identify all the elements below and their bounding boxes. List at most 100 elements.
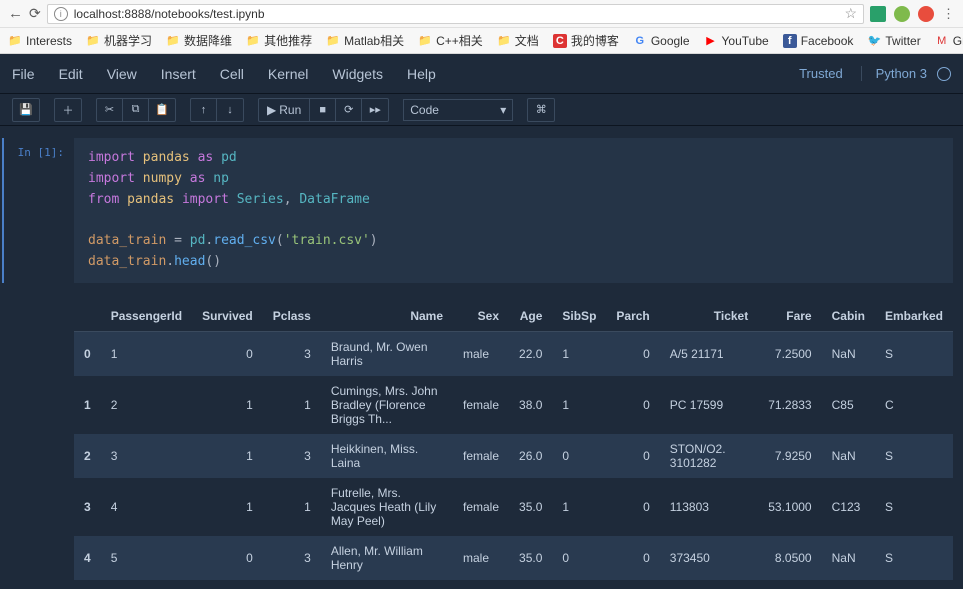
bookmark-item[interactable]: fFacebook bbox=[783, 34, 854, 48]
table-row: 4503Allen, Mr. William Henrymale35.00037… bbox=[74, 536, 953, 580]
bookmark-star-icon[interactable]: ☆ bbox=[844, 5, 857, 22]
trusted-indicator[interactable]: Trusted bbox=[799, 66, 843, 81]
table-cell: NaN bbox=[822, 536, 875, 580]
restart-run-all-button[interactable]: ▸▸ bbox=[362, 99, 388, 121]
reload-button[interactable]: ⟳ bbox=[29, 5, 41, 22]
table-cell: 3 bbox=[101, 434, 192, 478]
bookmark-item[interactable]: 📁文档 bbox=[497, 32, 539, 49]
notebook-toolbar: 💾 ＋ ✂ ⧉ 📋 ↑ ↓ ▶ Run ■ ⟳ ▸▸ Code ▾ ⌘ bbox=[0, 94, 963, 126]
table-cell: 1 bbox=[101, 331, 192, 376]
table-cell: 113803 bbox=[660, 478, 758, 536]
bookmark-item[interactable]: 📁Matlab相关 bbox=[326, 32, 404, 49]
menu-help[interactable]: Help bbox=[407, 66, 436, 82]
bookmark-label: C++相关 bbox=[436, 32, 483, 49]
bookmark-item[interactable]: C我的博客 bbox=[553, 32, 619, 49]
notebook-app: File Edit View Insert Cell Kernel Widget… bbox=[0, 54, 963, 589]
column-header: Name bbox=[321, 301, 453, 332]
paste-button[interactable]: 📋 bbox=[149, 99, 175, 121]
table-cell: NaN bbox=[822, 331, 875, 376]
dataframe-table: PassengerIdSurvivedPclassNameSexAgeSibSp… bbox=[74, 301, 953, 580]
table-cell: Allen, Mr. William Henry bbox=[321, 536, 453, 580]
bookmark-label: Matlab相关 bbox=[344, 32, 404, 49]
kernel-status-icon bbox=[937, 67, 951, 81]
kernel-indicator[interactable]: Python 3 bbox=[861, 66, 951, 81]
kernel-name: Python 3 bbox=[876, 66, 927, 81]
column-header: Age bbox=[509, 301, 552, 332]
bookmark-label: Interests bbox=[26, 34, 72, 48]
code-input-area[interactable]: import pandas as pd import numpy as np f… bbox=[74, 138, 953, 283]
back-button[interactable]: ← bbox=[8, 5, 23, 22]
bookmark-item[interactable]: 📁Interests bbox=[8, 34, 72, 48]
notebook-menu: File Edit View Insert Cell Kernel Widget… bbox=[12, 66, 436, 82]
menu-insert[interactable]: Insert bbox=[161, 66, 196, 82]
bookmark-label: Twitter bbox=[885, 34, 920, 48]
interrupt-button[interactable]: ■ bbox=[310, 99, 336, 121]
cells-container: In [1]: import pandas as pd import numpy… bbox=[0, 126, 963, 589]
column-header: Fare bbox=[758, 301, 821, 332]
table-cell: 0 bbox=[74, 331, 101, 376]
table-cell: S bbox=[875, 536, 953, 580]
table-cell: female bbox=[453, 376, 509, 434]
table-cell: 0 bbox=[606, 331, 659, 376]
notebook-header: File Edit View Insert Cell Kernel Widget… bbox=[0, 54, 963, 94]
output-prompt bbox=[4, 293, 74, 580]
menu-kernel[interactable]: Kernel bbox=[268, 66, 308, 82]
cut-button[interactable]: ✂ bbox=[97, 99, 123, 121]
command-palette-button[interactable]: ⌘ bbox=[528, 99, 554, 121]
table-cell: 22.0 bbox=[509, 331, 552, 376]
table-cell: 373450 bbox=[660, 536, 758, 580]
menu-icon[interactable]: ⋮ bbox=[942, 6, 955, 22]
site-info-icon[interactable]: i bbox=[54, 7, 68, 21]
menu-edit[interactable]: Edit bbox=[59, 66, 83, 82]
menu-view[interactable]: View bbox=[107, 66, 137, 82]
bookmark-item[interactable]: ▶YouTube bbox=[704, 34, 769, 48]
table-cell: 3 bbox=[263, 331, 321, 376]
table-cell: S bbox=[875, 434, 953, 478]
bookmark-item[interactable]: MGmail bbox=[935, 34, 963, 48]
table-cell: 7.2500 bbox=[758, 331, 821, 376]
insert-cell-button[interactable]: ＋ bbox=[55, 99, 81, 121]
bookmark-item[interactable]: 📁其他推荐 bbox=[246, 32, 312, 49]
table-cell: C bbox=[875, 376, 953, 434]
cell-type-select[interactable]: Code ▾ bbox=[403, 99, 513, 121]
bookmark-label: YouTube bbox=[722, 34, 769, 48]
table-cell: female bbox=[453, 478, 509, 536]
bookmark-item[interactable]: 📁C++相关 bbox=[418, 32, 483, 49]
table-cell: 1 bbox=[74, 376, 101, 434]
bookmark-item[interactable]: 📁数据降维 bbox=[166, 32, 232, 49]
table-cell: 3 bbox=[263, 536, 321, 580]
table-cell: 1 bbox=[192, 376, 263, 434]
table-cell: 0 bbox=[552, 536, 606, 580]
save-button[interactable]: 💾 bbox=[13, 99, 39, 121]
code-cell[interactable]: In [1]: import pandas as pd import numpy… bbox=[2, 138, 953, 283]
menu-file[interactable]: File bbox=[12, 66, 35, 82]
table-cell: C85 bbox=[822, 376, 875, 434]
extension-icon[interactable] bbox=[870, 6, 886, 22]
move-down-button[interactable]: ↓ bbox=[217, 99, 243, 121]
menu-cell[interactable]: Cell bbox=[220, 66, 244, 82]
restart-button[interactable]: ⟳ bbox=[336, 99, 362, 121]
table-cell: A/5 21171 bbox=[660, 331, 758, 376]
extension-icon[interactable] bbox=[894, 6, 910, 22]
url-bar[interactable]: i localhost:8888/notebooks/test.ipynb ☆ bbox=[47, 4, 864, 24]
extension-icons: ⋮ bbox=[870, 6, 955, 22]
table-cell: 3 bbox=[263, 434, 321, 478]
table-cell: 35.0 bbox=[509, 478, 552, 536]
extension-icon[interactable] bbox=[918, 6, 934, 22]
bookmark-label: Gmail bbox=[953, 34, 963, 48]
bookmark-item[interactable]: 📁机器学习 bbox=[86, 32, 152, 49]
menu-widgets[interactable]: Widgets bbox=[332, 66, 383, 82]
table-cell: 1 bbox=[263, 478, 321, 536]
bookmark-label: 其他推荐 bbox=[264, 32, 312, 49]
table-cell: female bbox=[453, 434, 509, 478]
move-up-button[interactable]: ↑ bbox=[191, 99, 217, 121]
copy-button[interactable]: ⧉ bbox=[123, 99, 149, 121]
chevron-down-icon: ▾ bbox=[500, 103, 506, 117]
bookmark-item[interactable]: GGoogle bbox=[633, 34, 690, 48]
table-cell: 2 bbox=[74, 434, 101, 478]
bookmark-item[interactable]: 🐦Twitter bbox=[867, 34, 920, 48]
table-cell: 5 bbox=[101, 536, 192, 580]
table-cell: Futrelle, Mrs. Jacques Heath (Lily May P… bbox=[321, 478, 453, 536]
run-button[interactable]: ▶ Run bbox=[259, 99, 310, 121]
table-cell: PC 17599 bbox=[660, 376, 758, 434]
